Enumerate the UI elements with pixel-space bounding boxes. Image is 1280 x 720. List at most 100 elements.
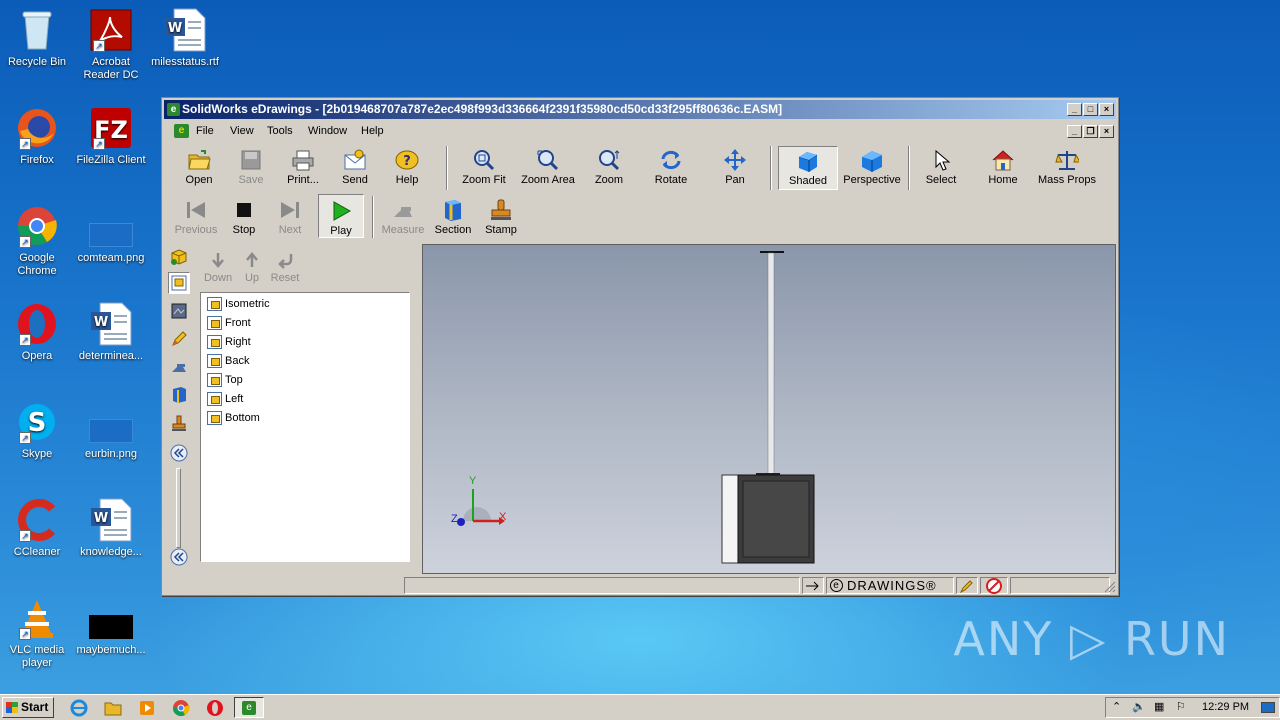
home-button[interactable]: Home [980,148,1026,186]
view-back[interactable]: Back [207,352,249,370]
view-up-button[interactable]: Up [238,250,266,284]
desktop-icon-maybemuch[interactable]: maybemuch... [74,596,148,657]
menu-file[interactable]: File [196,121,214,141]
desktop-icon-eurbin[interactable]: eurbin.png [74,400,148,461]
word-doc-icon: W [89,302,133,346]
close-button[interactable]: × [1099,103,1114,116]
menu-window[interactable]: Window [308,121,347,141]
measure-button[interactable]: Measure [378,198,428,236]
quicklaunch-opera[interactable] [206,699,224,717]
desktop-icon-knowledge[interactable]: W knowledge... [74,498,148,559]
play-button[interactable]: Play [318,194,364,238]
markup-status-pane[interactable] [956,577,978,594]
start-button[interactable]: Start [2,697,54,718]
collapse-panel-button[interactable] [168,442,190,464]
open-button[interactable]: Open [174,148,224,186]
desktop-icon-recycle-bin[interactable]: Recycle Bin [0,8,74,69]
next-button[interactable]: Next [270,198,310,236]
status-arrow-pane[interactable] [802,577,824,594]
view-reset-button[interactable]: Reset [268,250,302,284]
show-desktop-icon[interactable] [1261,702,1275,713]
quicklaunch-media[interactable] [138,699,156,717]
tray-expand-icon[interactable]: ⌃ [1112,698,1121,717]
desktop-icon-firefox[interactable]: ↗ Firefox [0,106,74,167]
quicklaunch-chrome[interactable] [172,699,190,717]
sheets-tab[interactable] [168,300,190,322]
home-icon [991,148,1015,172]
desktop-icon-milesstatus[interactable]: W milesstatus.rtf [148,8,222,69]
menu-help[interactable]: Help [361,121,384,141]
desktop-icon-comteam[interactable]: comteam.png [74,204,148,265]
previous-button[interactable]: Previous [172,198,220,236]
views-tab[interactable] [168,272,190,294]
view-top[interactable]: Top [207,371,243,389]
save-button[interactable]: Save [228,148,274,186]
quicklaunch-ie[interactable] [70,699,88,717]
desktop-icon-filezilla[interactable]: FZ ↗ FileZilla Client [74,106,148,167]
collapse-panel-bottom-button[interactable] [168,546,190,568]
model-viewport[interactable]: Y X Z [422,244,1116,574]
network-icon[interactable]: ▦ [1154,698,1164,717]
resize-grip-icon[interactable] [1104,581,1116,593]
send-button[interactable]: Send [332,148,378,186]
section-tab[interactable] [168,384,190,406]
document-icon[interactable]: e [174,124,189,138]
desktop-icon-label: comteam.png [77,252,145,264]
pan-button[interactable]: Pan [712,148,758,186]
doc-restore-button[interactable]: ❐ [1083,125,1098,138]
taskbar-edrawings[interactable]: e [234,697,264,718]
ccleaner-icon: ↗ [15,498,59,542]
desktop-icon-label: Acrobat Reader DC [83,56,139,81]
view-left[interactable]: Left [207,390,243,408]
markup-tab[interactable] [168,328,190,350]
zoom-area-button[interactable]: Zoom Area [516,148,580,186]
error-status-pane[interactable] [980,577,1008,594]
edrawings-window[interactable]: e SolidWorks eDrawings - [2b019468707a78… [161,97,1119,596]
desktop-icon-chrome[interactable]: ↗ Google Chrome [0,204,74,278]
measure-tab[interactable] [168,356,190,378]
mass-props-button[interactable]: Mass Props [1036,148,1098,186]
desktop-icon-ccleaner[interactable]: ↗ CCleaner [0,498,74,559]
pan-icon [723,148,747,172]
doc-minimize-button[interactable]: _ [1067,125,1082,138]
window-titlebar[interactable]: e SolidWorks eDrawings - [2b019468707a78… [164,100,1116,119]
volume-icon[interactable]: 🔈 [1132,698,1146,717]
doc-close-button[interactable]: × [1099,125,1114,138]
view-right[interactable]: Right [207,333,251,351]
view-isometric[interactable]: Isometric [207,295,270,313]
view-front[interactable]: Front [207,314,251,332]
stop-button[interactable]: Stop [224,198,264,236]
action-center-flag-icon[interactable]: ⚐ [1176,698,1186,717]
perspective-button[interactable]: Perspective [840,148,904,186]
shaded-button[interactable]: Shaded [778,146,838,190]
rotate-button[interactable]: Rotate [648,148,694,186]
print-button[interactable]: Print... [278,148,328,186]
toolbar-separator [770,146,772,190]
zoom-fit-button[interactable]: Zoom Fit [454,148,514,186]
zoom-button[interactable]: Zoom [586,148,632,186]
shortcut-arrow-icon: ↗ [19,530,31,542]
components-icon [171,249,187,265]
minimize-button[interactable]: _ [1067,103,1082,116]
desktop-icon-vlc[interactable]: ↗ VLC media player [0,596,74,670]
panel-splitter[interactable] [176,468,181,548]
components-tab[interactable] [168,246,190,268]
menu-view[interactable]: View [230,121,254,141]
desktop-icon-determinea[interactable]: W determinea... [74,302,148,363]
shortcut-arrow-icon: ↗ [93,40,105,52]
clock[interactable]: 12:29 PM [1202,698,1249,717]
desktop-icon-opera[interactable]: ↗ Opera [0,302,74,363]
menu-tools[interactable]: Tools [267,121,293,141]
desktop-icon-acrobat[interactable]: ↗ Acrobat Reader DC [74,8,148,82]
help-button[interactable]: ? Help [384,148,430,186]
view-bottom[interactable]: Bottom [207,409,260,427]
shortcut-arrow-icon: ↗ [19,334,31,346]
section-button[interactable]: Section [430,198,476,236]
select-button[interactable]: Select [918,148,964,186]
maximize-button[interactable]: □ [1083,103,1098,116]
desktop-icon-skype[interactable]: S ↗ Skype [0,400,74,461]
view-down-button[interactable]: Down [200,250,236,284]
quicklaunch-explorer[interactable] [104,699,122,717]
stamp-button[interactable]: Stamp [478,198,524,236]
stamp-tab[interactable] [168,412,190,434]
